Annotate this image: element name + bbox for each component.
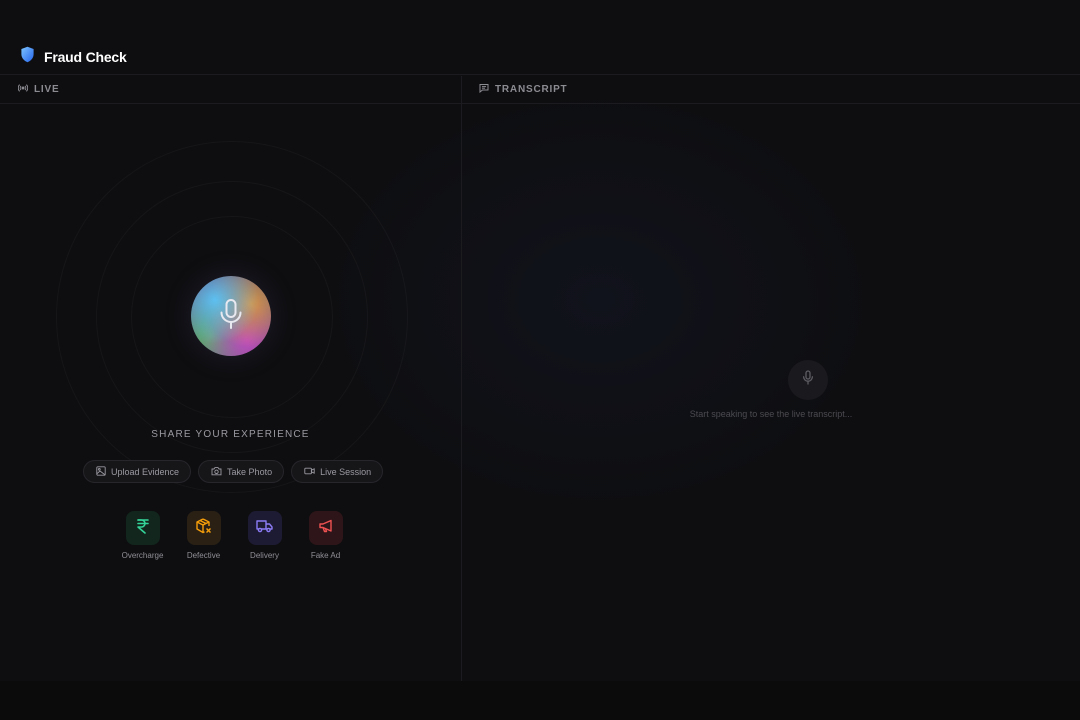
category-delivery[interactable]: Delivery	[234, 511, 295, 560]
message-icon	[479, 83, 489, 96]
category-list: Overcharge Defective Delivery Fake Ad	[112, 511, 356, 560]
live-panel-header: LIVE	[0, 76, 461, 104]
category-tile[interactable]	[186, 511, 221, 545]
microphone-icon	[218, 298, 244, 335]
transcript-empty-mic	[788, 360, 828, 400]
app-title: Fraud Check	[44, 49, 127, 65]
video-icon	[304, 466, 315, 478]
category-label: Fake Ad	[310, 551, 341, 560]
panel-divider	[461, 76, 462, 681]
category-tile[interactable]	[125, 511, 160, 545]
share-prompt: SHARE YOUR EXPERIENCE	[151, 429, 310, 440]
transcript-empty-text: Start speaking to see the live transcrip…	[689, 409, 853, 419]
truck-icon	[256, 519, 273, 538]
upload-evidence-button[interactable]: Upload Evidence	[83, 460, 192, 483]
live-session-button[interactable]: Live Session	[291, 460, 384, 483]
broadcast-icon	[17, 83, 29, 96]
rupee-icon	[136, 518, 150, 539]
bottom-bar	[0, 681, 1080, 720]
upload-evidence-label: Upload Evidence	[111, 466, 180, 477]
category-defective[interactable]: Defective	[173, 511, 234, 560]
category-label: Defective	[186, 551, 221, 560]
category-label: Overcharge	[121, 551, 164, 560]
transcript-header-label: TRANSCRIPT	[495, 84, 568, 95]
category-overcharge[interactable]: Overcharge	[112, 511, 173, 560]
brand: Fraud Check	[20, 46, 127, 68]
category-fake-ad[interactable]: Fake Ad	[295, 511, 356, 560]
image-icon	[96, 465, 106, 478]
transcript-panel-header: TRANSCRIPT	[462, 76, 1080, 104]
megaphone-icon	[318, 519, 334, 538]
action-buttons: Upload Evidence Take Photo Live Session	[83, 460, 384, 483]
category-tile[interactable]	[308, 511, 343, 545]
app-root: Fraud Check LIVE TRANSCRIPT SHARE YOUR E…	[0, 0, 1080, 720]
package-x-icon	[195, 517, 212, 539]
live-header-label: LIVE	[34, 84, 60, 95]
voice-orb-button[interactable]	[191, 276, 271, 356]
top-header: Fraud Check	[0, 0, 1080, 75]
take-photo-label: Take Photo	[227, 466, 273, 477]
take-photo-button[interactable]: Take Photo	[198, 460, 285, 483]
camera-icon	[211, 466, 222, 478]
category-label: Delivery	[250, 551, 279, 560]
microphone-icon	[802, 370, 814, 390]
live-session-label: Live Session	[320, 466, 372, 477]
shield-icon	[20, 46, 35, 68]
category-tile[interactable]	[247, 511, 282, 545]
